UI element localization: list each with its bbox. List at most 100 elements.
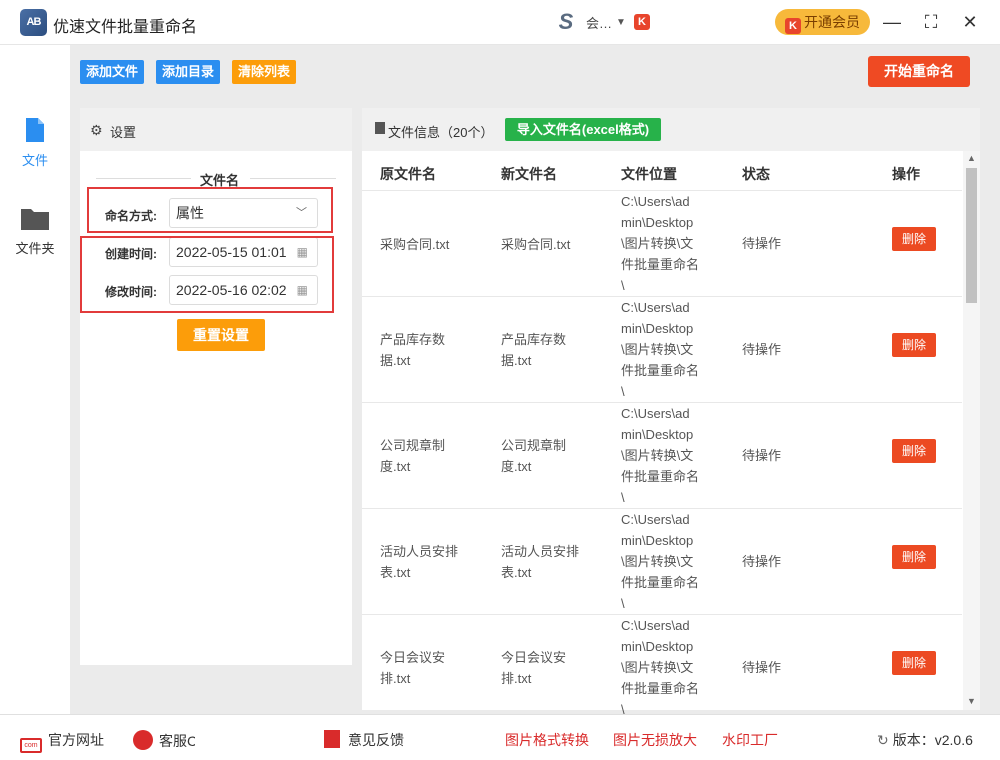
file-location: C:\Users\ad min\Desktop \图片转换\文 件批量重命名 \ — [621, 615, 699, 720]
scrollbar-thumb[interactable] — [966, 168, 977, 303]
file-location-line: \ — [621, 384, 625, 399]
new-filename: 活动人员安排 表.txt — [501, 541, 579, 583]
original-filename-line: 表.txt — [380, 565, 411, 580]
file-location-line: min\Desktop — [621, 215, 694, 230]
user-avatar-icon: S — [558, 9, 574, 34]
file-location: C:\Users\ad min\Desktop \图片转换\文 件批量重命名 \ — [621, 509, 699, 614]
status-text: 待操作 — [742, 236, 782, 251]
pdf-icon — [324, 730, 340, 748]
table-row[interactable]: 活动人员安排 表.txt 活动人员安排 表.txt C:\Users\ad min\Des… — [362, 508, 962, 614]
new-filename-line: 公司规章制 — [501, 438, 567, 453]
file-location-line: C:\Users\ad — [621, 194, 690, 209]
watermark-factory-link[interactable]: 水印工厂 — [722, 730, 778, 750]
vertical-scrollbar[interactable]: ▲ ▼ — [963, 151, 980, 710]
file-location-line: min\Desktop — [621, 639, 694, 654]
app-title: 优速文件批量重命名 — [53, 19, 198, 36]
refresh-icon: ↻ — [877, 732, 889, 748]
customer-service-link[interactable]: 客服C — [133, 730, 197, 751]
delete-button[interactable]: 删除 — [892, 439, 936, 463]
file-location-line: 件批量重命名 — [621, 469, 700, 484]
chevron-down-icon[interactable]: ▼ — [616, 17, 626, 28]
file-location-line: 件批量重命名 — [621, 257, 700, 272]
original-filename-line: 产品库存数 — [380, 332, 446, 347]
file-location-line: 件批量重命名 — [621, 575, 700, 590]
document-icon — [375, 122, 385, 134]
feedback-link[interactable]: 意见反馈 — [324, 730, 404, 750]
file-location-line: C:\Users\ad — [621, 618, 690, 633]
file-location-line: C:\Users\ad — [621, 300, 690, 315]
delete-button[interactable]: 删除 — [892, 651, 936, 675]
redaction-mask — [195, 732, 296, 746]
scroll-up-arrow-icon[interactable]: ▲ — [967, 153, 976, 163]
clear-list-button[interactable]: 清除列表 — [232, 60, 297, 84]
file-location-line: 件批量重命名 — [621, 681, 700, 696]
image-format-convert-link[interactable]: 图片格式转换 — [505, 730, 589, 750]
new-filename-line: 采购合同.txt — [501, 236, 571, 252]
file-location-line: \ — [621, 490, 625, 505]
original-filename-line: 排.txt — [380, 671, 411, 686]
new-filename: 产品库存数 据.txt — [501, 329, 566, 371]
file-location-line: \ — [621, 278, 625, 293]
table-row[interactable]: 今日会议安 排.txt 今日会议安 排.txt C:\Users\ad min\Deskt… — [362, 614, 962, 720]
file-location-line: \图片转换\文 — [621, 342, 694, 357]
new-filename-line: 排.txt — [501, 671, 532, 686]
file-panel-header: 文件信息（20个） 导入文件名(excel格式) — [362, 108, 980, 151]
new-filename: 公司规章制度.txt — [501, 435, 566, 477]
open-vip-button[interactable]: K 开通会员 — [775, 9, 870, 35]
delete-button[interactable]: 删除 — [892, 227, 936, 251]
official-website-link[interactable]: com 官方网址 — [20, 730, 104, 753]
minimize-button[interactable]: — — [880, 10, 904, 34]
file-panel: 文件信息（20个） 导入文件名(excel格式) 原文件名 新文件名 文件位置 … — [362, 108, 980, 717]
close-button[interactable]: ✕ — [958, 10, 982, 34]
add-file-button[interactable]: 添加文件 — [80, 60, 145, 84]
original-filename: 活动人员安排 表.txt — [380, 541, 458, 583]
original-filename-line: 度.txt — [380, 459, 411, 474]
original-filename-line: 今日会议安 — [380, 650, 446, 665]
section-divider — [96, 178, 191, 179]
column-header-new: 新文件名 — [501, 166, 557, 182]
file-location-line: min\Desktop — [621, 533, 694, 548]
original-filename: 今日会议安排.txt — [380, 647, 445, 689]
add-directory-button[interactable]: 添加目录 — [156, 60, 221, 84]
column-header-action: 操作 — [892, 166, 920, 182]
original-filename-line: 公司规章制 — [380, 438, 446, 453]
table-row[interactable]: 公司规章制 度.txt 公司规章制 度.txt C:\Users\ad min\Deskt… — [362, 402, 962, 508]
footer-bar: com 官方网址 客服C 意见反馈 图片格式转换 图片无损放大 水印工厂 ↻ 版本：… — [0, 714, 1000, 760]
new-filename-line: 活动人员安排 — [501, 544, 580, 559]
file-location-line: 件批量重命名 — [621, 363, 700, 378]
file-location-line: \ — [621, 596, 625, 611]
import-excel-button[interactable]: 导入文件名(excel格式) — [505, 118, 661, 141]
new-filename-line: 产品库存数 — [501, 332, 567, 347]
file-location-line: C:\Users\ad — [621, 512, 690, 527]
new-filename-line: 度.txt — [501, 459, 532, 474]
image-enlarge-link[interactable]: 图片无损放大 — [613, 730, 697, 750]
file-location-line: \图片转换\文 — [621, 236, 694, 251]
table-row[interactable]: 采购合同.txt 采购合同.txt C:\Users\ad min\Desktop \图… — [362, 190, 962, 296]
original-filename-line: 活动人员安排 — [380, 544, 459, 559]
column-header-status: 状态 — [742, 166, 770, 182]
delete-button[interactable]: 删除 — [892, 545, 936, 569]
reset-settings-button[interactable]: 重置设置 — [177, 319, 265, 351]
nav-label-folders: 文件夹 — [15, 241, 55, 256]
scroll-down-arrow-icon[interactable]: ▼ — [967, 696, 976, 706]
table-row[interactable]: 产品库存数 据.txt 产品库存数 据.txt C:\Users\ad min\Deskt… — [362, 296, 962, 402]
start-rename-button[interactable]: 开始重命名 — [868, 56, 970, 87]
folder-icon — [21, 209, 49, 230]
nav-item-folders[interactable]: 文件夹 — [0, 207, 70, 257]
website-icon: com — [20, 738, 42, 753]
file-location-line: \图片转换\文 — [621, 554, 694, 569]
highlight-frame — [87, 187, 333, 233]
status-text: 待操作 — [742, 342, 782, 357]
original-filename-line: 采购合同.txt — [380, 236, 450, 252]
user-account[interactable]: S 会… ▼ K — [552, 11, 650, 33]
title-bar: AB 优速文件批量重命名 S 会… ▼ K K 开通会员 — ⛶ ✕ — [0, 0, 1000, 45]
original-filename: 产品库存数 据.txt — [380, 329, 445, 371]
customer-service-label: 客服C — [159, 733, 198, 749]
user-name: 会… — [586, 15, 613, 31]
maximize-button[interactable]: ⛶ — [919, 10, 943, 34]
delete-button[interactable]: 删除 — [892, 333, 936, 357]
status-text: 待操作 — [742, 448, 782, 463]
nav-item-files[interactable]: 文件 — [0, 117, 70, 169]
original-filename: 采购合同.txt — [380, 234, 449, 255]
highlight-frame — [80, 236, 334, 313]
